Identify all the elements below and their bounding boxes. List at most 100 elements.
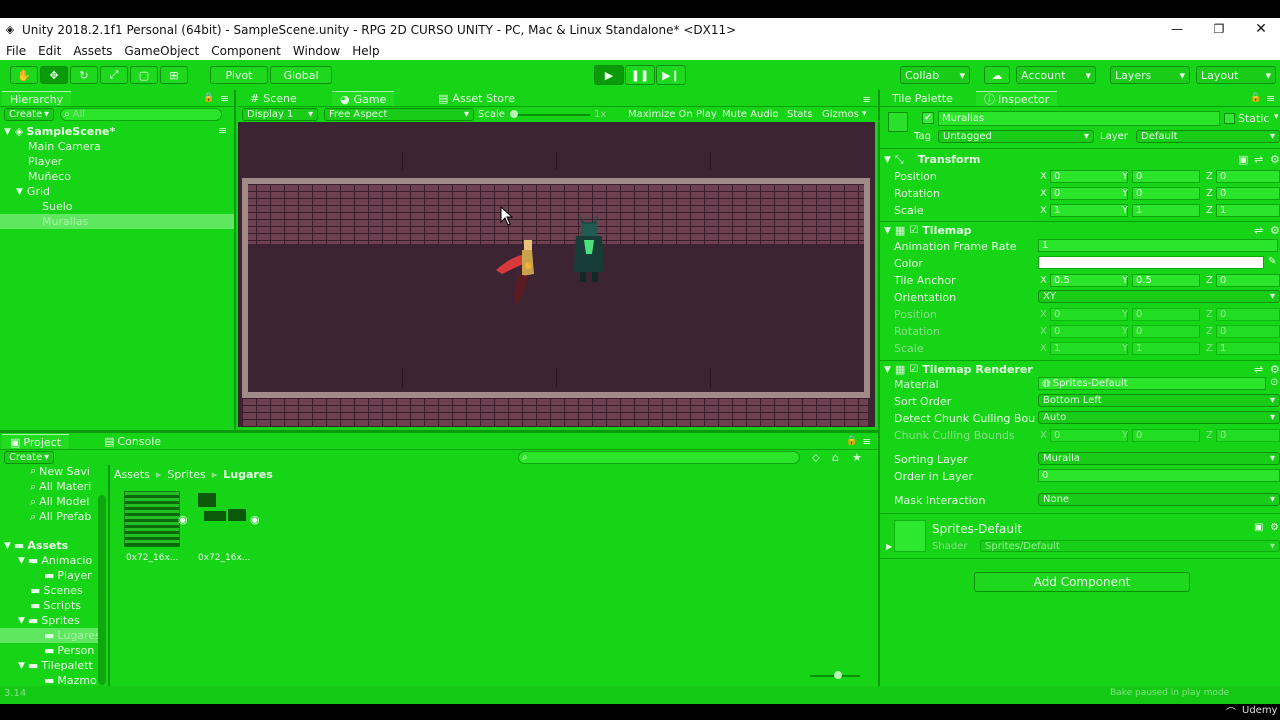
- rotation-z-input[interactable]: 0: [1216, 187, 1280, 200]
- transform-header[interactable]: ▼ ⤡ Transform ▣ ⇌ ⚙: [884, 152, 1280, 167]
- tab-inspector[interactable]: ⓘ Inspector: [976, 91, 1058, 106]
- expand-asset-icon[interactable]: ◉: [178, 513, 188, 526]
- object-name-input[interactable]: Murallas: [938, 111, 1220, 126]
- component-gear-icon[interactable]: ⚙: [1270, 522, 1279, 533]
- scale-y-input[interactable]: 1: [1132, 204, 1200, 217]
- sort-order-dropdown[interactable]: Bottom Left ▾: [1038, 394, 1280, 407]
- scale-z-input[interactable]: 1: [1216, 204, 1280, 217]
- tag-dropdown[interactable]: Untagged ▾: [938, 130, 1094, 143]
- close-icon[interactable]: ✕: [1254, 20, 1268, 38]
- tile-anchor-y-input[interactable]: 0.5: [1132, 274, 1200, 287]
- hierarchy-create-dropdown[interactable]: Create ▾: [4, 108, 54, 121]
- scale-x-input[interactable]: 1: [1050, 204, 1128, 217]
- scene-row[interactable]: ▼ ◈ SampleScene* ≡: [4, 124, 234, 139]
- asset-file[interactable]: ◉ 0x72_16x...: [124, 491, 188, 563]
- pivot-toggle[interactable]: Pivot: [210, 66, 268, 84]
- tilemap-renderer-header[interactable]: ▼ ▦ ☑ Tilemap Renderer ⇌ ⚙: [884, 362, 1280, 377]
- filter-label-icon[interactable]: ⌂: [832, 451, 839, 464]
- favorite-star-icon[interactable]: ★: [852, 451, 862, 464]
- breadcrumb-item-current[interactable]: Lugares: [223, 468, 273, 481]
- breadcrumb-item[interactable]: Sprites: [167, 468, 205, 481]
- component-enabled-checkbox[interactable]: ☑: [909, 225, 918, 236]
- rotation-x-input[interactable]: 0: [1050, 187, 1128, 200]
- menu-component[interactable]: Component: [211, 44, 281, 58]
- account-dropdown[interactable]: Account ▾: [1016, 66, 1096, 84]
- tile-anchor-x-input[interactable]: 0.5: [1050, 274, 1128, 287]
- tab-scene[interactable]: # Scene: [242, 91, 305, 106]
- transform-tool-button[interactable]: ⊞: [160, 66, 188, 84]
- orientation-dropdown[interactable]: XY ▾: [1038, 290, 1280, 303]
- global-toggle[interactable]: Global: [270, 66, 332, 84]
- gizmos-dropdown[interactable]: Gizmos: [822, 109, 859, 120]
- scale-slider-thumb[interactable]: [510, 110, 518, 118]
- scene-menu-icon[interactable]: ≡: [218, 124, 227, 137]
- tab-asset-store[interactable]: ▤ Asset Store: [430, 91, 523, 106]
- thumbnail-size-thumb[interactable]: [834, 671, 842, 679]
- help-book-icon[interactable]: ▣: [1238, 153, 1248, 166]
- panel-menu-icon[interactable]: ≡: [862, 435, 871, 448]
- component-gear-icon[interactable]: ⚙: [1270, 363, 1280, 376]
- assets-root[interactable]: ▼ ▬ Assets: [4, 538, 68, 553]
- breadcrumb-item[interactable]: Assets: [114, 468, 150, 481]
- cloud-button[interactable]: ☁: [984, 66, 1010, 84]
- maximize-on-play-toggle[interactable]: Maximize On Play: [628, 109, 717, 120]
- collab-dropdown[interactable]: Collab ▾: [900, 66, 970, 84]
- position-z-input[interactable]: 0: [1216, 170, 1280, 183]
- tile-anchor-z-input[interactable]: 0: [1216, 274, 1280, 287]
- folder-item[interactable]: ▬ Mazmo: [44, 673, 97, 686]
- active-checkbox[interactable]: ✔: [922, 112, 934, 124]
- hierarchy-item[interactable]: Main Camera: [28, 139, 101, 154]
- menu-gameobject[interactable]: GameObject: [124, 44, 199, 58]
- component-enabled-checkbox[interactable]: ☑: [909, 364, 918, 375]
- hierarchy-item-selected[interactable]: Murallas: [0, 214, 234, 229]
- move-tool-button[interactable]: ✥: [40, 66, 68, 84]
- favorite-item[interactable]: ⌕ All Prefab: [30, 509, 91, 524]
- material-object-field[interactable]: ◍ Sprites-Default: [1038, 377, 1266, 390]
- panel-menu-icon[interactable]: ≡: [220, 92, 229, 105]
- position-y-input[interactable]: 0: [1132, 170, 1200, 183]
- sorting-layer-dropdown[interactable]: Muralla ▾: [1038, 452, 1280, 465]
- grid-row[interactable]: ▼ Grid: [16, 184, 50, 199]
- color-swatch[interactable]: [1038, 256, 1264, 269]
- folder-item[interactable]: ▼ ▬ Tilepalett: [18, 658, 93, 673]
- static-checkbox[interactable]: [1224, 113, 1235, 124]
- layers-dropdown[interactable]: Layers ▾: [1110, 66, 1190, 84]
- object-picker-icon[interactable]: ⊙: [1270, 377, 1278, 388]
- folder-item[interactable]: ▼ ▬ Sprites: [18, 613, 80, 628]
- scale-slider[interactable]: [510, 114, 590, 116]
- mask-interaction-dropdown[interactable]: None ▾: [1038, 493, 1280, 506]
- display-dropdown[interactable]: Display 1 ▾: [242, 108, 318, 121]
- folder-item[interactable]: ▬ Player: [44, 568, 92, 583]
- presets-icon[interactable]: ⇌: [1254, 224, 1263, 237]
- layout-dropdown[interactable]: Layout ▾: [1196, 66, 1276, 84]
- tab-console[interactable]: ▤ Console: [96, 434, 169, 449]
- component-gear-icon[interactable]: ⚙: [1270, 153, 1280, 166]
- mute-audio-toggle[interactable]: Mute Audio: [722, 109, 779, 120]
- favorite-item[interactable]: ⌕ All Model: [30, 494, 89, 509]
- panel-menu-icon[interactable]: ≡: [862, 93, 871, 106]
- rect-tool-button[interactable]: ▢: [130, 66, 158, 84]
- asset-file[interactable]: ◉ 0x72_16x...: [196, 491, 260, 563]
- lock-icon[interactable]: 🔒: [846, 436, 857, 446]
- game-viewport[interactable]: [238, 122, 875, 427]
- menu-edit[interactable]: Edit: [38, 44, 61, 58]
- panel-menu-icon[interactable]: ≡: [1266, 92, 1275, 105]
- stats-toggle[interactable]: Stats: [787, 109, 813, 120]
- animation-frame-rate-input[interactable]: 1: [1038, 239, 1278, 252]
- detect-chunk-culling-dropdown[interactable]: Auto ▾: [1038, 411, 1280, 424]
- presets-icon[interactable]: ⇌: [1254, 363, 1263, 376]
- tab-hierarchy[interactable]: Hierarchy: [2, 91, 72, 106]
- rotate-tool-button[interactable]: ↻: [70, 66, 98, 84]
- expand-asset-icon[interactable]: ◉: [250, 513, 260, 526]
- folder-item[interactable]: ▼ ▬ Animacio: [18, 553, 92, 568]
- filter-type-icon[interactable]: ⬦: [812, 451, 820, 465]
- hierarchy-item[interactable]: Suelo: [42, 199, 73, 214]
- order-in-layer-input[interactable]: 0: [1038, 469, 1280, 482]
- tab-project[interactable]: ▣ Project: [2, 434, 70, 449]
- favorite-item[interactable]: ⌕ All Materi: [30, 479, 91, 494]
- hand-tool-button[interactable]: ✋: [10, 66, 38, 84]
- chevron-down-icon[interactable]: ▾: [1274, 112, 1279, 122]
- folder-item[interactable]: ▬ Scenes: [30, 583, 83, 598]
- lock-icon[interactable]: 🔒: [203, 93, 214, 103]
- rotation-y-input[interactable]: 0: [1132, 187, 1200, 200]
